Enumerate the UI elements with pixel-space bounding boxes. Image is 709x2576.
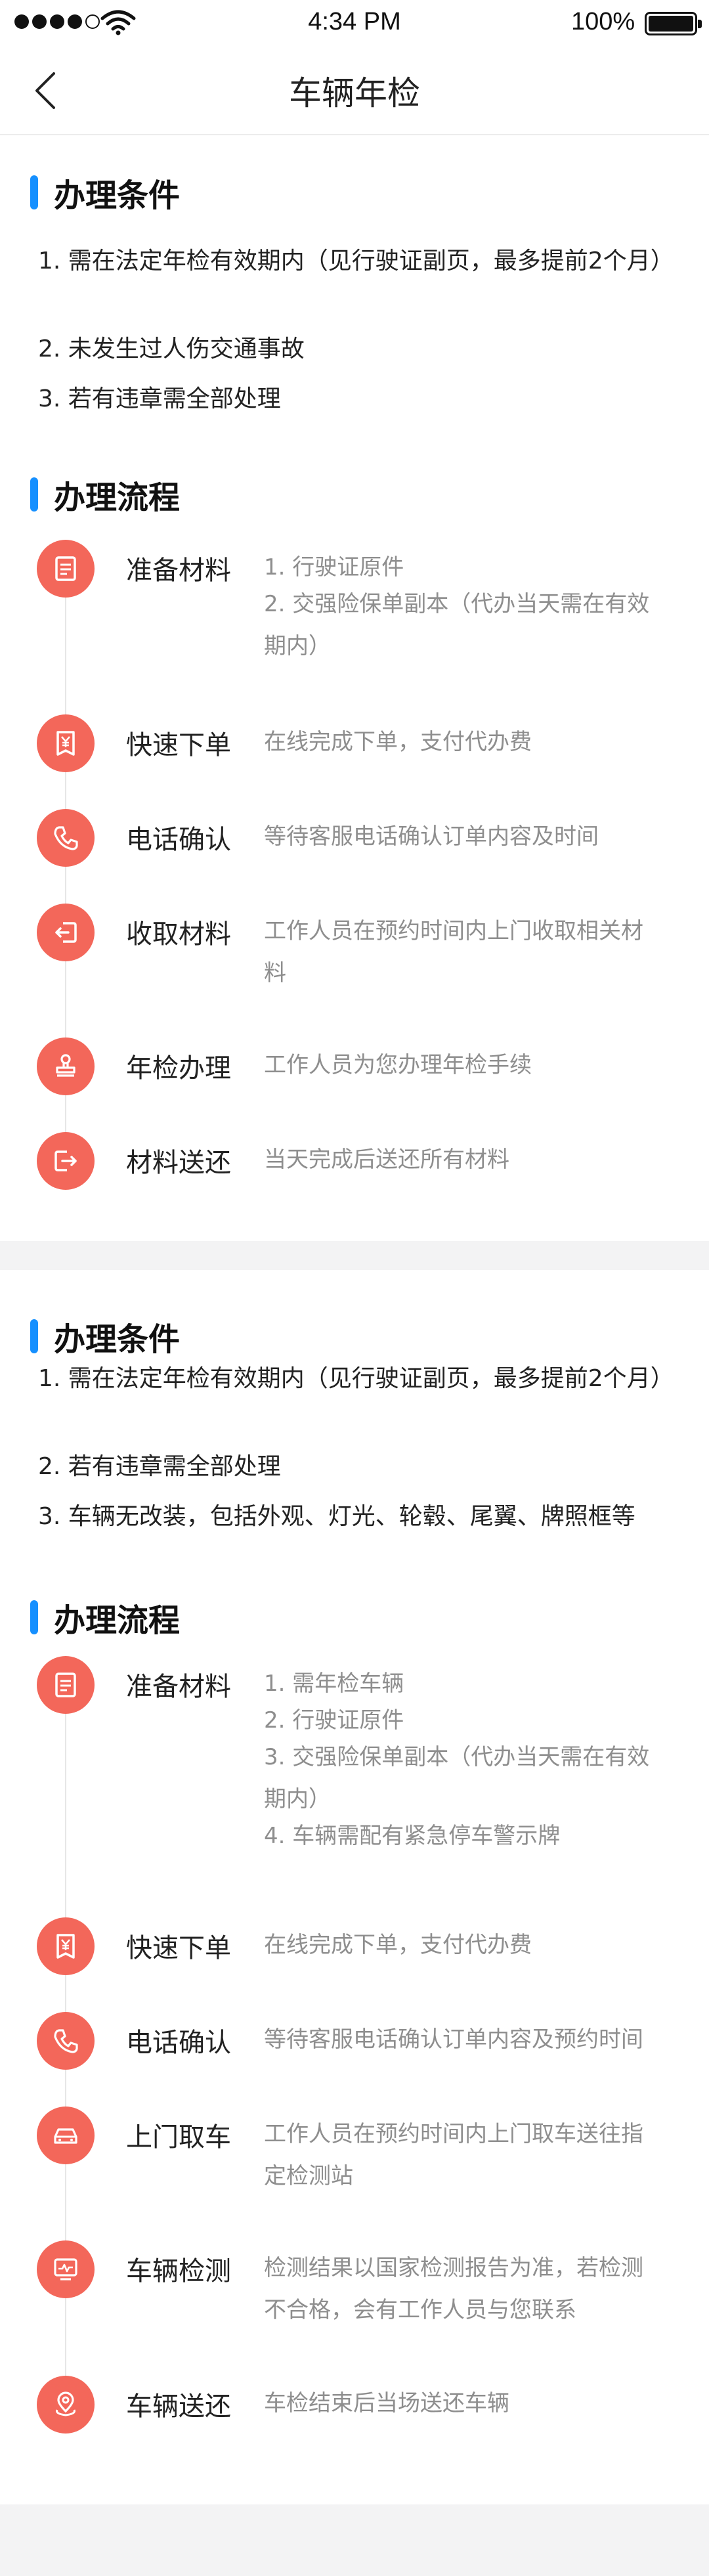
section2-process-title: 办理流程 — [54, 1602, 181, 1639]
step-name: 电话确认 — [126, 825, 231, 855]
receipt-yen-icon — [37, 714, 95, 772]
battery-icon — [645, 12, 702, 35]
step-description: 工作人员为您办理年检手续 — [264, 1049, 664, 1086]
section1-conditions-title: 办理条件 — [54, 177, 181, 214]
section2-condition-3: 3. 车辆无改装，包括外观、灯光、轮毂、尾翼、牌照框等 — [38, 1503, 635, 1530]
step-description: 工作人员在预约时间内上门收取相关材料 — [264, 915, 664, 994]
step-line: 1. 行驶证原件 — [264, 554, 404, 580]
section2-conditions-heading: 办理条件 — [30, 1313, 180, 1359]
section1-process-title: 办理流程 — [54, 479, 181, 516]
step-name: 车辆送还 — [126, 2391, 231, 2422]
step-line: 2. 行驶证原件 — [264, 1707, 404, 1734]
heading-accent-bar — [30, 1319, 38, 1353]
step-description: 1. 行驶证原件 2. 交强险保单副本（代办当天需在有效期内） — [264, 552, 664, 667]
step-line: 检测结果以国家检测报告为准，若检测不合格，会有工作人员与您联系 — [264, 2255, 643, 2323]
section2-conditions-title: 办理条件 — [54, 1321, 181, 1358]
step-name: 上门取车 — [126, 2122, 231, 2152]
step-name: 车辆检测 — [126, 2256, 231, 2286]
stamp-icon — [37, 1037, 95, 1095]
heading-accent-bar — [30, 1600, 38, 1634]
step-line: 车检结束后当场送还车辆 — [264, 2390, 509, 2416]
step-description: 检测结果以国家检测报告为准，若检测不合格，会有工作人员与您联系 — [264, 2252, 664, 2331]
section2-condition-1: 1. 需在法定年检有效期内（见行驶证副页，最多提前2个月） — [38, 1365, 674, 1392]
step-line: 工作人员为您办理年检手续 — [264, 1052, 532, 1078]
return-icon — [37, 1132, 95, 1190]
section1-condition-1: 1. 需在法定年检有效期内（见行驶证副页，最多提前2个月） — [38, 248, 674, 274]
step-name: 准备材料 — [126, 1672, 231, 1702]
step-description: 在线完成下单，支付代办费 — [264, 726, 664, 763]
step-description: 等待客服电话确认订单内容及时间 — [264, 821, 664, 858]
step-description: 当天完成后送还所有材料 — [264, 1144, 664, 1181]
section1-conditions-heading: 办理条件 — [30, 169, 180, 215]
section1-condition-3: 3. 若有违章需全部处理 — [38, 385, 281, 412]
step-line: 等待客服电话确认订单内容及时间 — [264, 823, 599, 850]
step-line: 2. 交强险保单副本（代办当天需在有效期内） — [264, 591, 650, 659]
step-name: 快速下单 — [126, 730, 231, 760]
step-name: 准备材料 — [126, 556, 231, 586]
section2-condition-2: 2. 若有违章需全部处理 — [38, 1453, 281, 1480]
step-description: 在线完成下单，支付代办费 — [264, 1929, 664, 1966]
step-name: 收取材料 — [126, 919, 231, 950]
nav-bar: 车辆年检 — [0, 46, 709, 135]
step-line: 等待客服电话确认订单内容及预约时间 — [264, 2026, 643, 2053]
receipt-yen-icon — [37, 1917, 95, 1975]
step-line: 3. 交强险保单副本（代办当天需在有效期内） — [264, 1744, 650, 1812]
phone-icon — [37, 2012, 95, 2070]
section1-condition-2: 2. 未发生过人伤交通事故 — [38, 336, 305, 362]
location-icon — [37, 2376, 95, 2434]
step-name: 材料送还 — [126, 1148, 231, 1178]
step-line: 在线完成下单，支付代办费 — [264, 729, 532, 755]
step-line: 当天完成后送还所有材料 — [264, 1146, 509, 1173]
collect-icon — [37, 904, 95, 961]
section-divider — [0, 1241, 709, 1270]
step-line: 在线完成下单，支付代办费 — [264, 1932, 532, 1958]
step-name: 快速下单 — [126, 1933, 231, 1963]
step-line: 工作人员在预约时间内上门收取相关材料 — [264, 918, 643, 986]
step-name: 年检办理 — [126, 1053, 231, 1083]
step-line: 工作人员在预约时间内上门取车送往指定检测站 — [264, 2121, 643, 2189]
bottom-spacer — [0, 2504, 709, 2576]
monitor-icon — [37, 2240, 95, 2298]
document-icon — [37, 1656, 95, 1714]
car-icon — [37, 2107, 95, 2164]
page-title: 车辆年检 — [289, 74, 420, 112]
step-line: 4. 车辆需配有紧急停车警示牌 — [264, 1823, 561, 1849]
step-line: 1. 需年检车辆 — [264, 1670, 404, 1697]
step-description: 1. 需年检车辆 2. 行驶证原件 3. 交强险保单副本（代办当天需在有效期内）… — [264, 1668, 664, 1857]
heading-accent-bar — [30, 477, 38, 512]
heading-accent-bar — [30, 175, 38, 209]
section1-process-heading: 办理流程 — [30, 471, 180, 517]
section2-process-heading: 办理流程 — [30, 1594, 180, 1640]
step-name: 电话确认 — [126, 2028, 231, 2058]
step-description: 车检结束后当场送还车辆 — [264, 2388, 664, 2424]
phone-icon — [37, 809, 95, 867]
document-icon — [37, 540, 95, 598]
step-description: 工作人员在预约时间内上门取车送往指定检测站 — [264, 2118, 664, 2197]
step-description: 等待客服电话确认订单内容及预约时间 — [264, 2024, 664, 2061]
status-bar: 4:34 PM 100% — [0, 0, 709, 46]
battery-percent: 100% — [571, 8, 635, 35]
